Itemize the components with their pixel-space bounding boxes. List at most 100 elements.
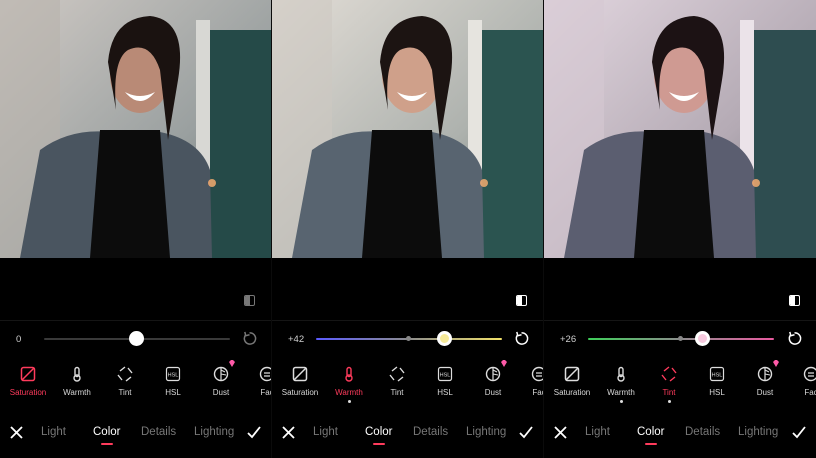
photo-preview xyxy=(272,0,543,258)
close-icon[interactable] xyxy=(554,426,567,439)
tab-color[interactable]: Color xyxy=(93,426,120,445)
tool-label: HSL xyxy=(165,388,181,397)
tool-hsl[interactable]: HSL HSL xyxy=(690,366,744,397)
tab-underline xyxy=(644,443,657,445)
tool-faces[interactable]: Fac xyxy=(784,366,816,397)
reset-icon[interactable] xyxy=(514,331,529,346)
modified-dot xyxy=(619,400,623,403)
tool-strip: Saturation Warmth Tint HSL HSL Dust xyxy=(544,360,816,403)
tool-saturation[interactable]: Saturation xyxy=(1,366,55,397)
check-icon[interactable] xyxy=(519,426,533,439)
photo-preview xyxy=(0,0,271,258)
tab-color[interactable]: Color xyxy=(365,426,392,445)
tool-saturation[interactable]: Saturation xyxy=(273,366,327,397)
slider-center-mark xyxy=(406,336,411,341)
tool-strip: Saturation Warmth Tint HSL HSL Dust xyxy=(272,360,543,403)
tab-details[interactable]: Details xyxy=(413,426,448,438)
reset-icon[interactable] xyxy=(242,331,257,346)
slider-thumb[interactable] xyxy=(695,331,710,346)
close-icon[interactable] xyxy=(10,426,23,439)
tool-label: Saturation xyxy=(553,388,591,397)
premium-gem-icon xyxy=(773,360,779,367)
tab-light[interactable]: Light xyxy=(585,426,610,438)
tool-label: Tint xyxy=(118,388,132,397)
tool-hsl[interactable]: HSL HSL xyxy=(146,366,200,397)
tool-label: Tint xyxy=(390,388,404,397)
tool-hsl[interactable]: HSL HSL xyxy=(418,366,472,397)
divider xyxy=(0,320,271,321)
tool-faces[interactable]: Fac xyxy=(240,366,271,397)
portrait-photo xyxy=(272,0,543,258)
faces-icon xyxy=(259,366,271,382)
divider xyxy=(544,320,816,321)
divider xyxy=(272,320,543,321)
hsl-icon: HSL xyxy=(437,366,453,382)
portrait-photo xyxy=(0,0,271,258)
modified-dot xyxy=(347,400,351,403)
tab-underline xyxy=(100,443,113,445)
tool-strip: Saturation Warmth Tint HSL HSL Dust Fa xyxy=(0,360,271,402)
premium-gem-icon xyxy=(501,360,507,367)
tool-label: Fac xyxy=(260,388,271,397)
slider-value: +42 xyxy=(288,334,305,345)
faces-icon xyxy=(803,366,816,382)
hsl-icon: HSL xyxy=(709,366,725,382)
svg-text:HSL: HSL xyxy=(712,373,723,379)
dust-icon xyxy=(213,366,229,382)
slider-thumb[interactable] xyxy=(129,331,144,346)
screens: 0 Saturation Warmth Tint HSL HSL Dust Fa… xyxy=(0,0,816,458)
bottom-bar: Light Color Details Lighting xyxy=(0,420,271,446)
check-icon[interactable] xyxy=(792,426,806,439)
slider-thumb[interactable] xyxy=(437,331,452,346)
portrait-photo xyxy=(544,0,816,258)
thermometer-icon xyxy=(345,366,353,382)
saturation-icon xyxy=(292,366,308,382)
hsl-icon: HSL xyxy=(165,366,181,382)
tab-lighting[interactable]: Lighting xyxy=(466,426,506,438)
tint-icon xyxy=(117,366,133,382)
tool-label: Fac xyxy=(804,388,816,397)
compare-icon[interactable] xyxy=(789,295,800,306)
tab-details[interactable]: Details xyxy=(141,426,176,438)
thermometer-icon xyxy=(617,366,625,382)
thermometer-icon xyxy=(73,366,81,382)
editor-screen-saturation: 0 Saturation Warmth Tint HSL HSL Dust Fa… xyxy=(0,0,272,458)
tab-underline xyxy=(372,443,385,445)
dust-icon xyxy=(485,366,501,382)
tool-tint[interactable]: Tint xyxy=(642,366,696,403)
tool-tint[interactable]: Tint xyxy=(98,366,152,397)
bottom-bar: Light Color Details Lighting xyxy=(544,420,816,446)
faces-icon xyxy=(531,366,543,382)
tool-saturation[interactable]: Saturation xyxy=(545,366,599,397)
svg-text:HSL: HSL xyxy=(440,373,451,379)
tab-label: Color xyxy=(637,426,665,438)
check-icon[interactable] xyxy=(247,426,261,439)
tool-warmth[interactable]: Warmth xyxy=(50,366,104,397)
tool-label: Tint xyxy=(662,388,676,397)
reset-icon[interactable] xyxy=(787,331,802,346)
tab-lighting[interactable]: Lighting xyxy=(194,426,234,438)
close-icon[interactable] xyxy=(282,426,295,439)
compare-icon[interactable] xyxy=(516,295,527,306)
tool-label: Fac xyxy=(532,388,543,397)
editor-screen-tint: +26 Saturation Warmth Tint HSL HSL Dust … xyxy=(544,0,816,458)
photo-preview xyxy=(544,0,816,258)
premium-gem-icon xyxy=(229,360,235,367)
tab-light[interactable]: Light xyxy=(313,426,338,438)
tab-details[interactable]: Details xyxy=(685,426,720,438)
svg-text:HSL: HSL xyxy=(168,373,179,379)
tool-label: Warmth xyxy=(607,388,635,397)
tool-faces[interactable]: Fac xyxy=(512,366,543,397)
compare-icon[interactable] xyxy=(244,295,255,306)
tool-label: Warmth xyxy=(335,388,363,397)
tool-warmth[interactable]: Warmth xyxy=(322,366,376,403)
tool-warmth[interactable]: Warmth xyxy=(594,366,648,403)
saturation-icon xyxy=(20,366,36,382)
tool-label: HSL xyxy=(709,388,725,397)
tab-color[interactable]: Color xyxy=(637,426,665,445)
tool-label: Saturation xyxy=(9,388,47,397)
tab-light[interactable]: Light xyxy=(41,426,66,438)
tool-tint[interactable]: Tint xyxy=(370,366,424,397)
tint-icon xyxy=(389,366,405,382)
tab-lighting[interactable]: Lighting xyxy=(738,426,778,438)
